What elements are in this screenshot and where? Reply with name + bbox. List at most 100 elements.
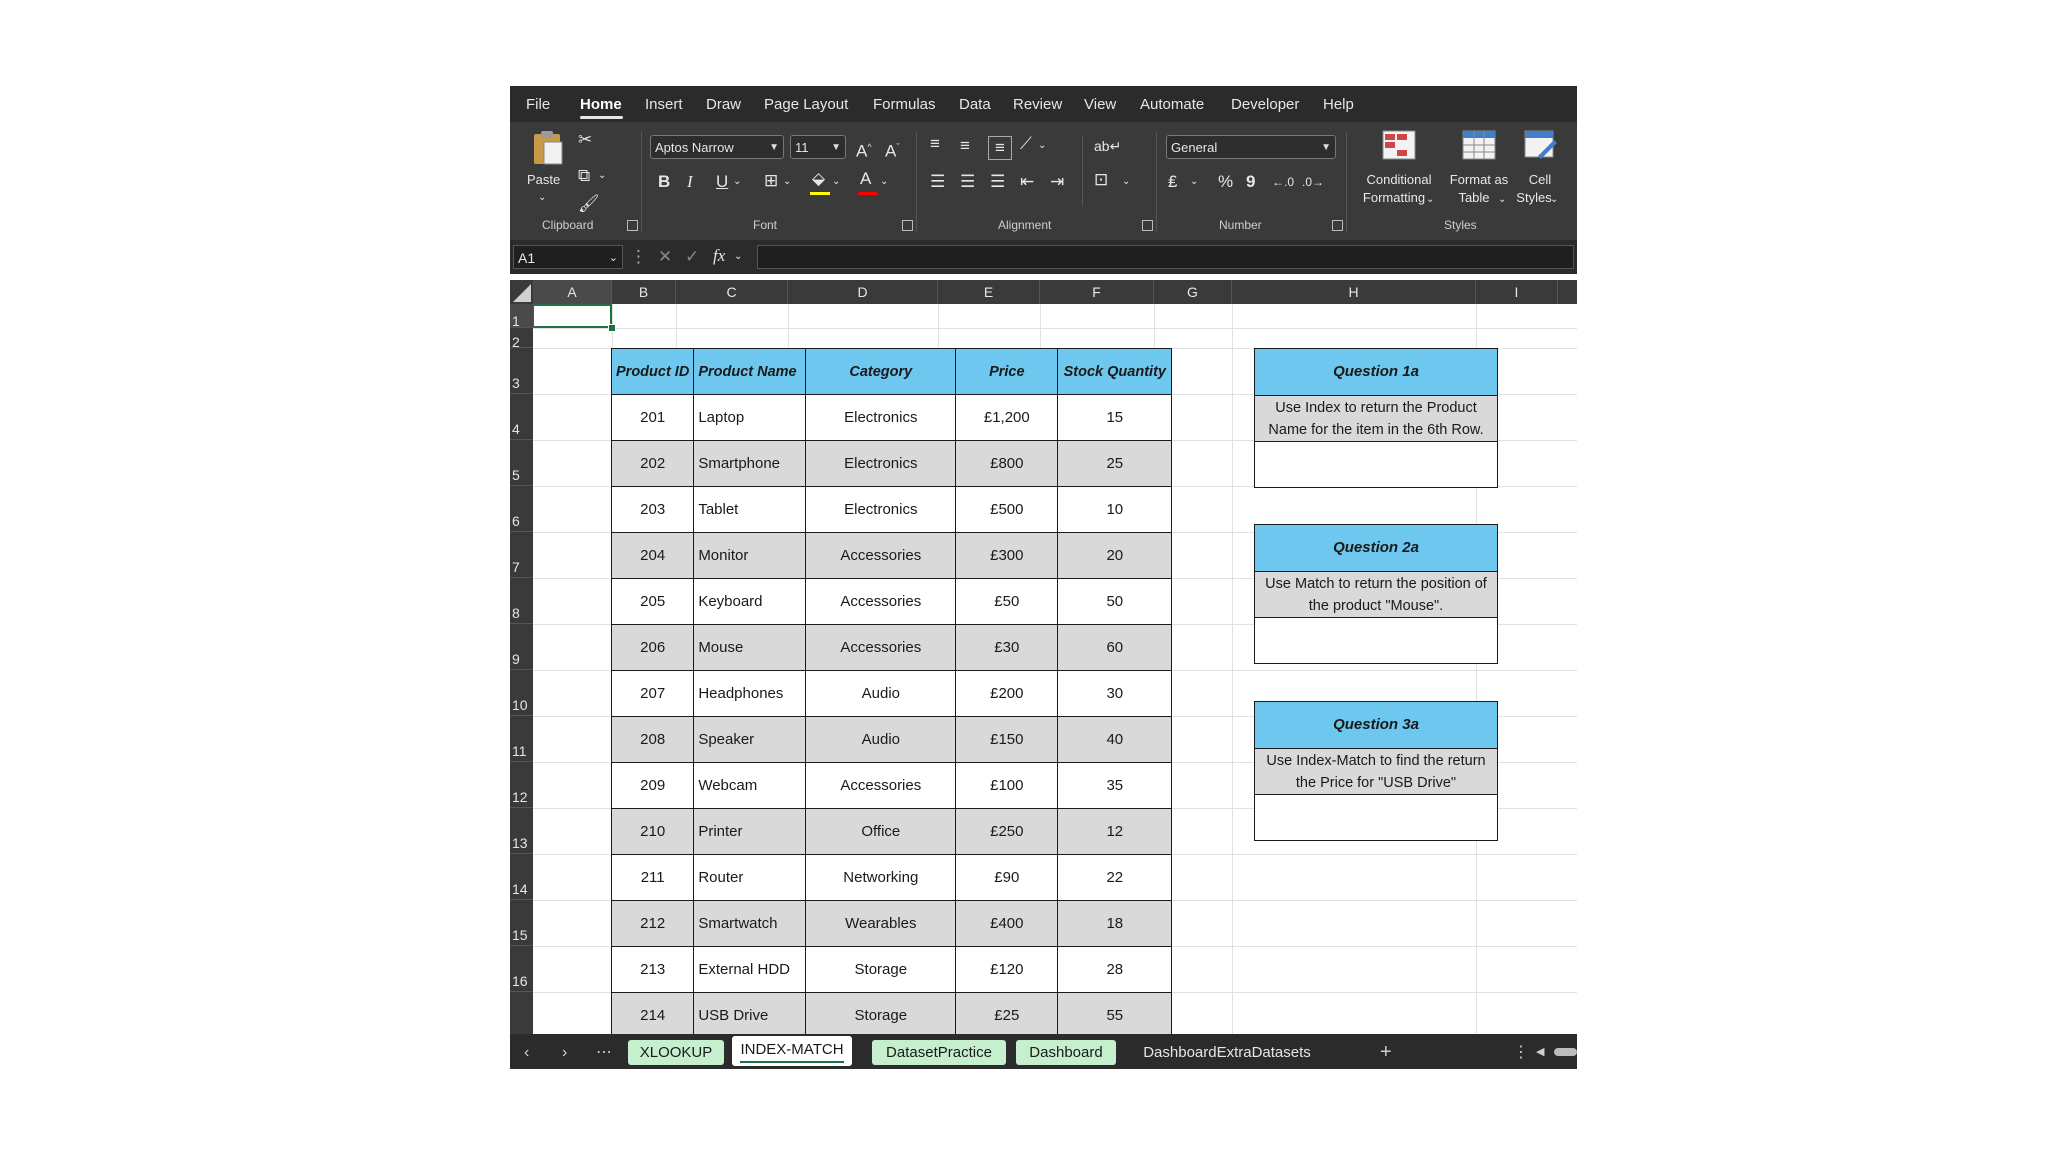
insert-function-button[interactable]: fx <box>713 246 725 266</box>
cell-category[interactable]: Storage <box>805 946 957 993</box>
column-header-d[interactable]: D <box>788 280 938 304</box>
conditional-formatting-button[interactable]: Conditional <box>1362 172 1436 187</box>
question-2a-answer-cell[interactable] <box>1255 618 1497 663</box>
cell-stock-quantity[interactable]: 50 <box>1057 578 1173 625</box>
row-header-1[interactable]: 1 <box>510 304 533 329</box>
cell-stock-quantity[interactable]: 25 <box>1057 440 1173 487</box>
align-middle-icon[interactable]: ≡ <box>960 136 970 156</box>
cell-product-id[interactable]: 206 <box>610 624 695 671</box>
format-as-table-button[interactable]: Format as <box>1445 172 1513 187</box>
cell-stock-quantity[interactable]: 10 <box>1057 486 1173 533</box>
cell-product-id[interactable]: 208 <box>610 716 695 763</box>
cell-category[interactable]: Electronics <box>805 440 957 487</box>
alignment-launcher-icon[interactable] <box>1142 220 1153 231</box>
menu-automate[interactable]: Automate <box>1140 86 1204 122</box>
increase-decimal-icon[interactable]: ←.0 <box>1272 172 1294 192</box>
font-name-combo[interactable]: Aptos Narrow ▼ <box>650 135 784 159</box>
question-1a-answer-cell[interactable] <box>1255 442 1497 487</box>
cell-category[interactable]: Accessories <box>805 578 957 625</box>
orientation-dropdown-icon[interactable]: ⌄ <box>1038 136 1046 156</box>
question-3a-answer-cell[interactable] <box>1255 795 1497 840</box>
copy-icon[interactable]: ⧉ <box>578 166 590 186</box>
column-header-i[interactable]: I <box>1476 280 1558 304</box>
cell-price[interactable]: £300 <box>955 532 1059 579</box>
cell-stock-quantity[interactable]: 28 <box>1057 946 1173 993</box>
cell-product-id[interactable]: 205 <box>610 578 695 625</box>
conditional-formatting-icon[interactable] <box>1382 130 1416 160</box>
cell-category[interactable]: Storage <box>805 992 957 1034</box>
cell-product-name[interactable]: USB Drive <box>693 992 807 1034</box>
row-header-6[interactable]: 6 <box>510 486 533 532</box>
question-3a-title[interactable]: Question 3a <box>1255 702 1497 749</box>
column-header-f[interactable]: F <box>1040 280 1154 304</box>
cut-icon[interactable]: ✂ <box>578 130 592 150</box>
cell-category[interactable]: Accessories <box>805 532 957 579</box>
cell-price[interactable]: £800 <box>955 440 1059 487</box>
header-price[interactable]: Price <box>955 348 1059 395</box>
menu-page-layout[interactable]: Page Layout <box>764 86 848 122</box>
format-as-table-icon[interactable] <box>1462 130 1496 160</box>
cell-product-id[interactable]: 210 <box>610 808 695 855</box>
paste-button[interactable]: Paste <box>527 172 560 187</box>
cell-product-name[interactable]: Laptop <box>693 394 807 441</box>
decrease-font-icon[interactable]: Aˇ <box>885 137 899 162</box>
row-header-3[interactable]: 3 <box>510 348 533 394</box>
cell-price[interactable]: £100 <box>955 762 1059 809</box>
comma-style-button[interactable]: 9 <box>1246 172 1255 192</box>
cell-price[interactable]: £50 <box>955 578 1059 625</box>
align-bottom-icon[interactable]: ≡ <box>988 136 1012 160</box>
cell-product-id[interactable]: 204 <box>610 532 695 579</box>
worksheet-grid[interactable]: Product ID Product Name Category Price S… <box>533 304 1577 1034</box>
cell-stock-quantity[interactable]: 35 <box>1057 762 1173 809</box>
column-header-g[interactable]: G <box>1154 280 1232 304</box>
tab-options-icon[interactable]: ⋮ <box>1513 1040 1529 1065</box>
cell-price[interactable]: £250 <box>955 808 1059 855</box>
fill-color-icon[interactable]: ⬙ <box>812 169 825 189</box>
cell-price[interactable]: £1,200 <box>955 394 1059 441</box>
more-options-icon[interactable]: ⋮ <box>630 247 647 267</box>
tab-index-match[interactable]: INDEX-MATCH <box>732 1036 852 1066</box>
name-box[interactable]: A1 ⌄ <box>513 245 623 269</box>
wrap-text-icon[interactable]: ab↵ <box>1094 136 1121 156</box>
horizontal-scrollbar[interactable] <box>1554 1048 1577 1056</box>
question-2a-title[interactable]: Question 2a <box>1255 525 1497 572</box>
more-sheets-icon[interactable]: ⋯ <box>596 1040 612 1065</box>
row-header-2[interactable]: 2 <box>510 328 533 350</box>
cell-price[interactable]: £25 <box>955 992 1059 1034</box>
row-header-15[interactable]: 15 <box>510 900 533 946</box>
formula-input[interactable] <box>757 245 1574 269</box>
cell-price[interactable]: £90 <box>955 854 1059 901</box>
add-sheet-button[interactable]: + <box>1380 1040 1392 1065</box>
column-header-h[interactable]: H <box>1232 280 1476 304</box>
cell-category[interactable]: Networking <box>805 854 957 901</box>
increase-indent-icon[interactable]: ⇥ <box>1050 172 1064 192</box>
cancel-entry-icon[interactable]: ✕ <box>658 247 672 267</box>
cell-stock-quantity[interactable]: 20 <box>1057 532 1173 579</box>
cell-stock-quantity[interactable]: 60 <box>1057 624 1173 671</box>
underline-button[interactable]: U <box>716 172 728 192</box>
cell-product-id[interactable]: 213 <box>610 946 695 993</box>
menu-insert[interactable]: Insert <box>645 86 683 122</box>
row-header-9[interactable]: 9 <box>510 624 533 670</box>
question-3a-text[interactable]: Use Index-Match to find the return the P… <box>1255 749 1497 795</box>
cell-category[interactable]: Audio <box>805 716 957 763</box>
menu-help[interactable]: Help <box>1323 86 1354 122</box>
scroll-left-icon[interactable]: ◀ <box>1536 1040 1544 1065</box>
accounting-format-icon[interactable]: ₤ <box>1168 172 1177 192</box>
increase-font-icon[interactable]: A^ <box>856 137 872 162</box>
cell-product-name[interactable]: Monitor <box>693 532 807 579</box>
cell-product-name[interactable]: Speaker <box>693 716 807 763</box>
header-product-id[interactable]: Product ID <box>610 348 695 395</box>
question-2a-text[interactable]: Use Match to return the position of the … <box>1255 572 1497 618</box>
cell-price[interactable]: £200 <box>955 670 1059 717</box>
menu-developer[interactable]: Developer <box>1231 86 1299 122</box>
clipboard-launcher-icon[interactable] <box>627 220 638 231</box>
cell-stock-quantity[interactable]: 40 <box>1057 716 1173 763</box>
cell-product-id[interactable]: 203 <box>610 486 695 533</box>
row-header-13[interactable]: 13 <box>510 808 533 854</box>
paste-icon[interactable] <box>530 128 566 168</box>
cell-product-name[interactable]: Tablet <box>693 486 807 533</box>
number-launcher-icon[interactable] <box>1332 220 1343 231</box>
cell-product-name[interactable]: Smartphone <box>693 440 807 487</box>
cell-product-id[interactable]: 211 <box>610 854 695 901</box>
